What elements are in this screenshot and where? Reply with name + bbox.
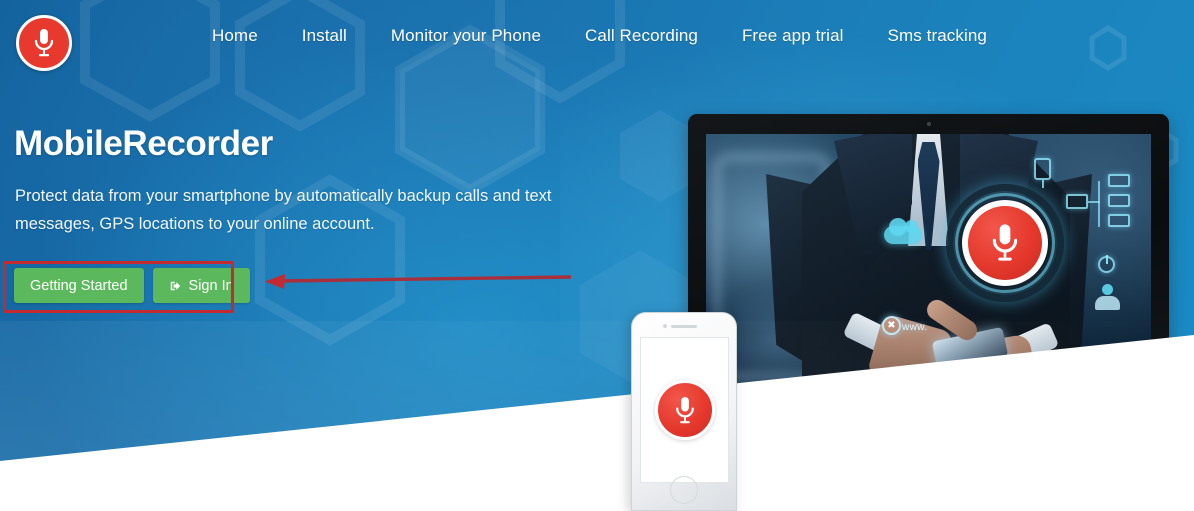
nav-item-free-app-trial[interactable]: Free app trial (720, 20, 866, 52)
nav-item-monitor-your-phone[interactable]: Monitor your Phone (369, 20, 563, 52)
microphone-hologram (946, 184, 1064, 302)
microphone-icon (992, 224, 1018, 261)
nav-item-sms-tracking[interactable]: Sms tracking (866, 20, 1009, 52)
monitor-webcam-icon (926, 122, 931, 126)
network-node-icon (1108, 174, 1130, 187)
sign-in-icon (170, 281, 180, 290)
network-node-icon (1108, 194, 1130, 207)
landing-page: MobileRecorder Home Install Monitor your… (0, 0, 1194, 511)
getting-started-label: Getting Started (30, 277, 128, 294)
www-label: www. (902, 322, 928, 333)
network-monitor-icon (1066, 194, 1088, 209)
sign-in-label: Sign In (188, 277, 234, 294)
microphone-icon (675, 396, 694, 423)
microphone-icon (34, 29, 54, 57)
page-title: MobileRecorder (14, 124, 273, 163)
nav-item-install[interactable]: Install (280, 20, 369, 52)
smartphone-mockup (631, 312, 737, 511)
getting-started-button[interactable]: Getting Started (14, 268, 144, 303)
power-icon (1098, 255, 1115, 273)
nav-links: Home Install Monitor your Phone Call Rec… (190, 20, 1009, 52)
nav-item-call-recording[interactable]: Call Recording (563, 20, 720, 52)
cloud-icon (884, 218, 922, 244)
cta-button-group: Getting Started Sign In (14, 268, 250, 303)
brand-logo[interactable]: MobileRecorder (16, 15, 72, 71)
www-badge-icon: ✖ (882, 316, 901, 335)
phone-app-logo (654, 380, 715, 440)
sign-in-button[interactable]: Sign In (152, 268, 250, 303)
phone-screen (640, 337, 729, 483)
phone-home-button (670, 476, 698, 504)
user-icon (1094, 284, 1120, 310)
tablet-icon (1034, 158, 1051, 180)
hero-description: Protect data from your smartphone by aut… (15, 187, 552, 233)
phone-camera-icon (663, 324, 667, 328)
nav-item-home[interactable]: Home (190, 20, 280, 52)
top-navigation-bar: MobileRecorder Home Install Monitor your… (0, 0, 1194, 71)
phone-speaker (671, 325, 697, 328)
network-node-icon (1108, 214, 1130, 227)
